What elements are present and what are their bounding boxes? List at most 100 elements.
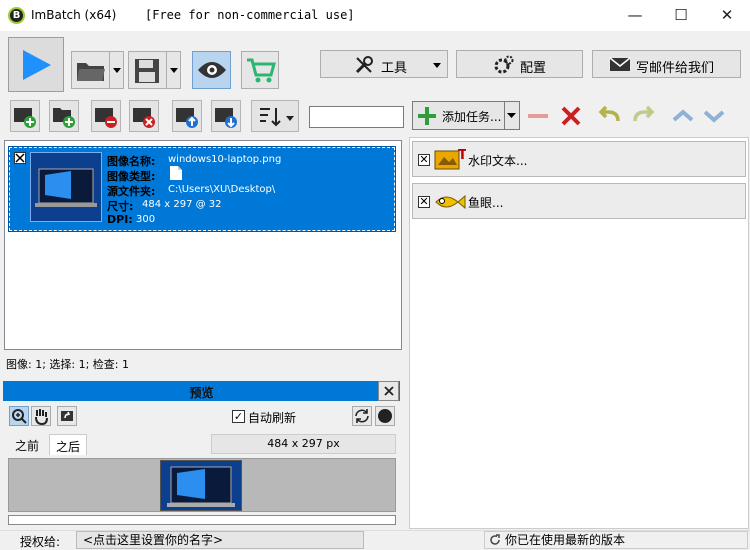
maximize-button[interactable]: ☐ [658, 0, 704, 31]
tab-after[interactable]: 之后 [49, 434, 88, 455]
add-task-label: 添加任务... [442, 110, 502, 124]
image-size-value: 484 x 297 @ 32 [142, 199, 222, 210]
refresh-icon [355, 409, 369, 423]
buy-button[interactable] [241, 51, 279, 89]
remove-task-button[interactable] [524, 103, 552, 129]
tools-label: 工具 [381, 61, 408, 76]
chevron-down-icon [507, 113, 516, 118]
shopping-cart-icon [247, 58, 276, 83]
image-down-icon [215, 108, 237, 128]
license-note: [Free for non-commercial use] [145, 8, 355, 22]
image-up-icon [176, 108, 198, 128]
task-checkbox[interactable]: ✕ [418, 154, 430, 166]
move-up-image-button[interactable] [172, 100, 202, 132]
save-icon [135, 59, 159, 83]
preview-title: 预览 [189, 386, 214, 400]
zoom-tool-button[interactable] [9, 406, 29, 426]
move-task-up-button[interactable] [669, 103, 697, 129]
chevron-down-icon [433, 63, 441, 68]
update-icon [490, 534, 500, 545]
refresh-preview-button[interactable] [352, 406, 372, 426]
open-folder-button[interactable] [71, 51, 124, 89]
watermark-icon: T [434, 148, 466, 170]
preview-toggle-button[interactable] [192, 51, 231, 89]
save-dropdown[interactable] [166, 52, 180, 88]
tab-before[interactable]: 之前 [9, 434, 46, 455]
clear-tasks-button[interactable] [557, 103, 585, 129]
image-type-label: 图像类型: [107, 170, 156, 183]
app-icon: B [8, 7, 25, 24]
minus-icon [528, 114, 548, 118]
add-images-button[interactable] [10, 100, 40, 132]
window-title: ImBatch (x64) [31, 8, 117, 22]
image-count-status: 图像: 1; 选择: 1; 检查: 1 [6, 358, 130, 371]
tools-button[interactable]: 工具 [320, 50, 448, 78]
move-task-down-button[interactable] [700, 103, 728, 129]
config-button[interactable]: 配置 [456, 50, 583, 78]
move-down-image-button[interactable] [211, 100, 241, 132]
filter-input[interactable] [309, 106, 404, 128]
preview-close-button[interactable] [378, 381, 399, 401]
rotate-icon [61, 411, 73, 421]
source-folder-label: 源文件夹: [107, 185, 156, 198]
close-button[interactable]: ✕ [704, 0, 750, 31]
email-us-label: 写邮件给我们 [636, 61, 715, 76]
delete-image-icon [133, 108, 155, 128]
email-us-button[interactable]: 写邮件给我们 [592, 50, 741, 78]
minimize-button[interactable]: — [612, 0, 658, 31]
chevron-up-icon [672, 109, 694, 122]
licensed-to-label: 授权给: [20, 535, 61, 549]
file-icon [170, 166, 182, 180]
image-thumbnail [30, 152, 102, 222]
source-folder-value: C:\Users\XU\Desktop\ [168, 184, 276, 195]
close-icon [384, 386, 394, 396]
svg-text:T: T [458, 148, 466, 163]
undo-button[interactable] [596, 103, 624, 129]
preview-image [160, 460, 242, 511]
laptop-preview-icon [161, 461, 241, 510]
delete-icon [561, 106, 581, 126]
clear-images-button[interactable] [129, 100, 159, 132]
task-item-fisheye[interactable]: ✕ 鱼眼... [412, 183, 746, 219]
task-checkbox[interactable]: ✕ [418, 196, 430, 208]
task-label: 鱼眼... [468, 196, 504, 210]
dpi-value: 300 [136, 214, 156, 225]
gears-icon [494, 55, 514, 74]
task-label: 水印文本... [468, 154, 528, 168]
circle-icon [378, 409, 392, 423]
redo-button[interactable] [629, 103, 657, 129]
preview-size-display: 484 x 297 px [211, 434, 396, 454]
zoom-icon [12, 409, 27, 424]
pan-tool-button[interactable] [31, 406, 51, 426]
sort-icon [260, 108, 294, 127]
fisheye-icon [435, 194, 466, 210]
folder-icon [77, 63, 105, 81]
dpi-label: DPI: [107, 213, 133, 226]
add-folder-button[interactable] [49, 100, 79, 132]
image-checkbox[interactable] [14, 152, 26, 164]
version-status-text: 你已在使用最新的版本 [505, 533, 626, 547]
background-color-button[interactable] [375, 406, 395, 426]
plus-icon [418, 107, 436, 125]
add-folder-icon [53, 108, 75, 128]
licensee-name-field[interactable]: <点击这里设置你的名字> [76, 531, 364, 549]
eye-icon [198, 62, 226, 78]
progress-bar [8, 515, 396, 525]
rotate-preview-button[interactable] [57, 406, 77, 426]
remove-image-icon [95, 108, 117, 128]
redo-icon [633, 105, 655, 122]
autorefresh-label: 自动刷新 [248, 411, 297, 425]
chevron-down-icon [703, 110, 725, 123]
image-name-label: 图像名称: [107, 155, 156, 168]
add-image-icon [14, 108, 36, 128]
remove-image-button[interactable] [91, 100, 121, 132]
sort-button[interactable] [251, 100, 299, 132]
run-button[interactable] [8, 37, 64, 92]
open-folder-dropdown[interactable] [109, 52, 123, 88]
save-button[interactable] [128, 51, 181, 89]
version-status: 你已在使用最新的版本 [484, 531, 748, 549]
config-label: 配置 [520, 61, 547, 76]
task-item-watermark[interactable]: ✕ T 水印文本... [412, 141, 746, 177]
autorefresh-checkbox[interactable]: ✓ [232, 410, 245, 423]
play-icon [23, 50, 51, 80]
